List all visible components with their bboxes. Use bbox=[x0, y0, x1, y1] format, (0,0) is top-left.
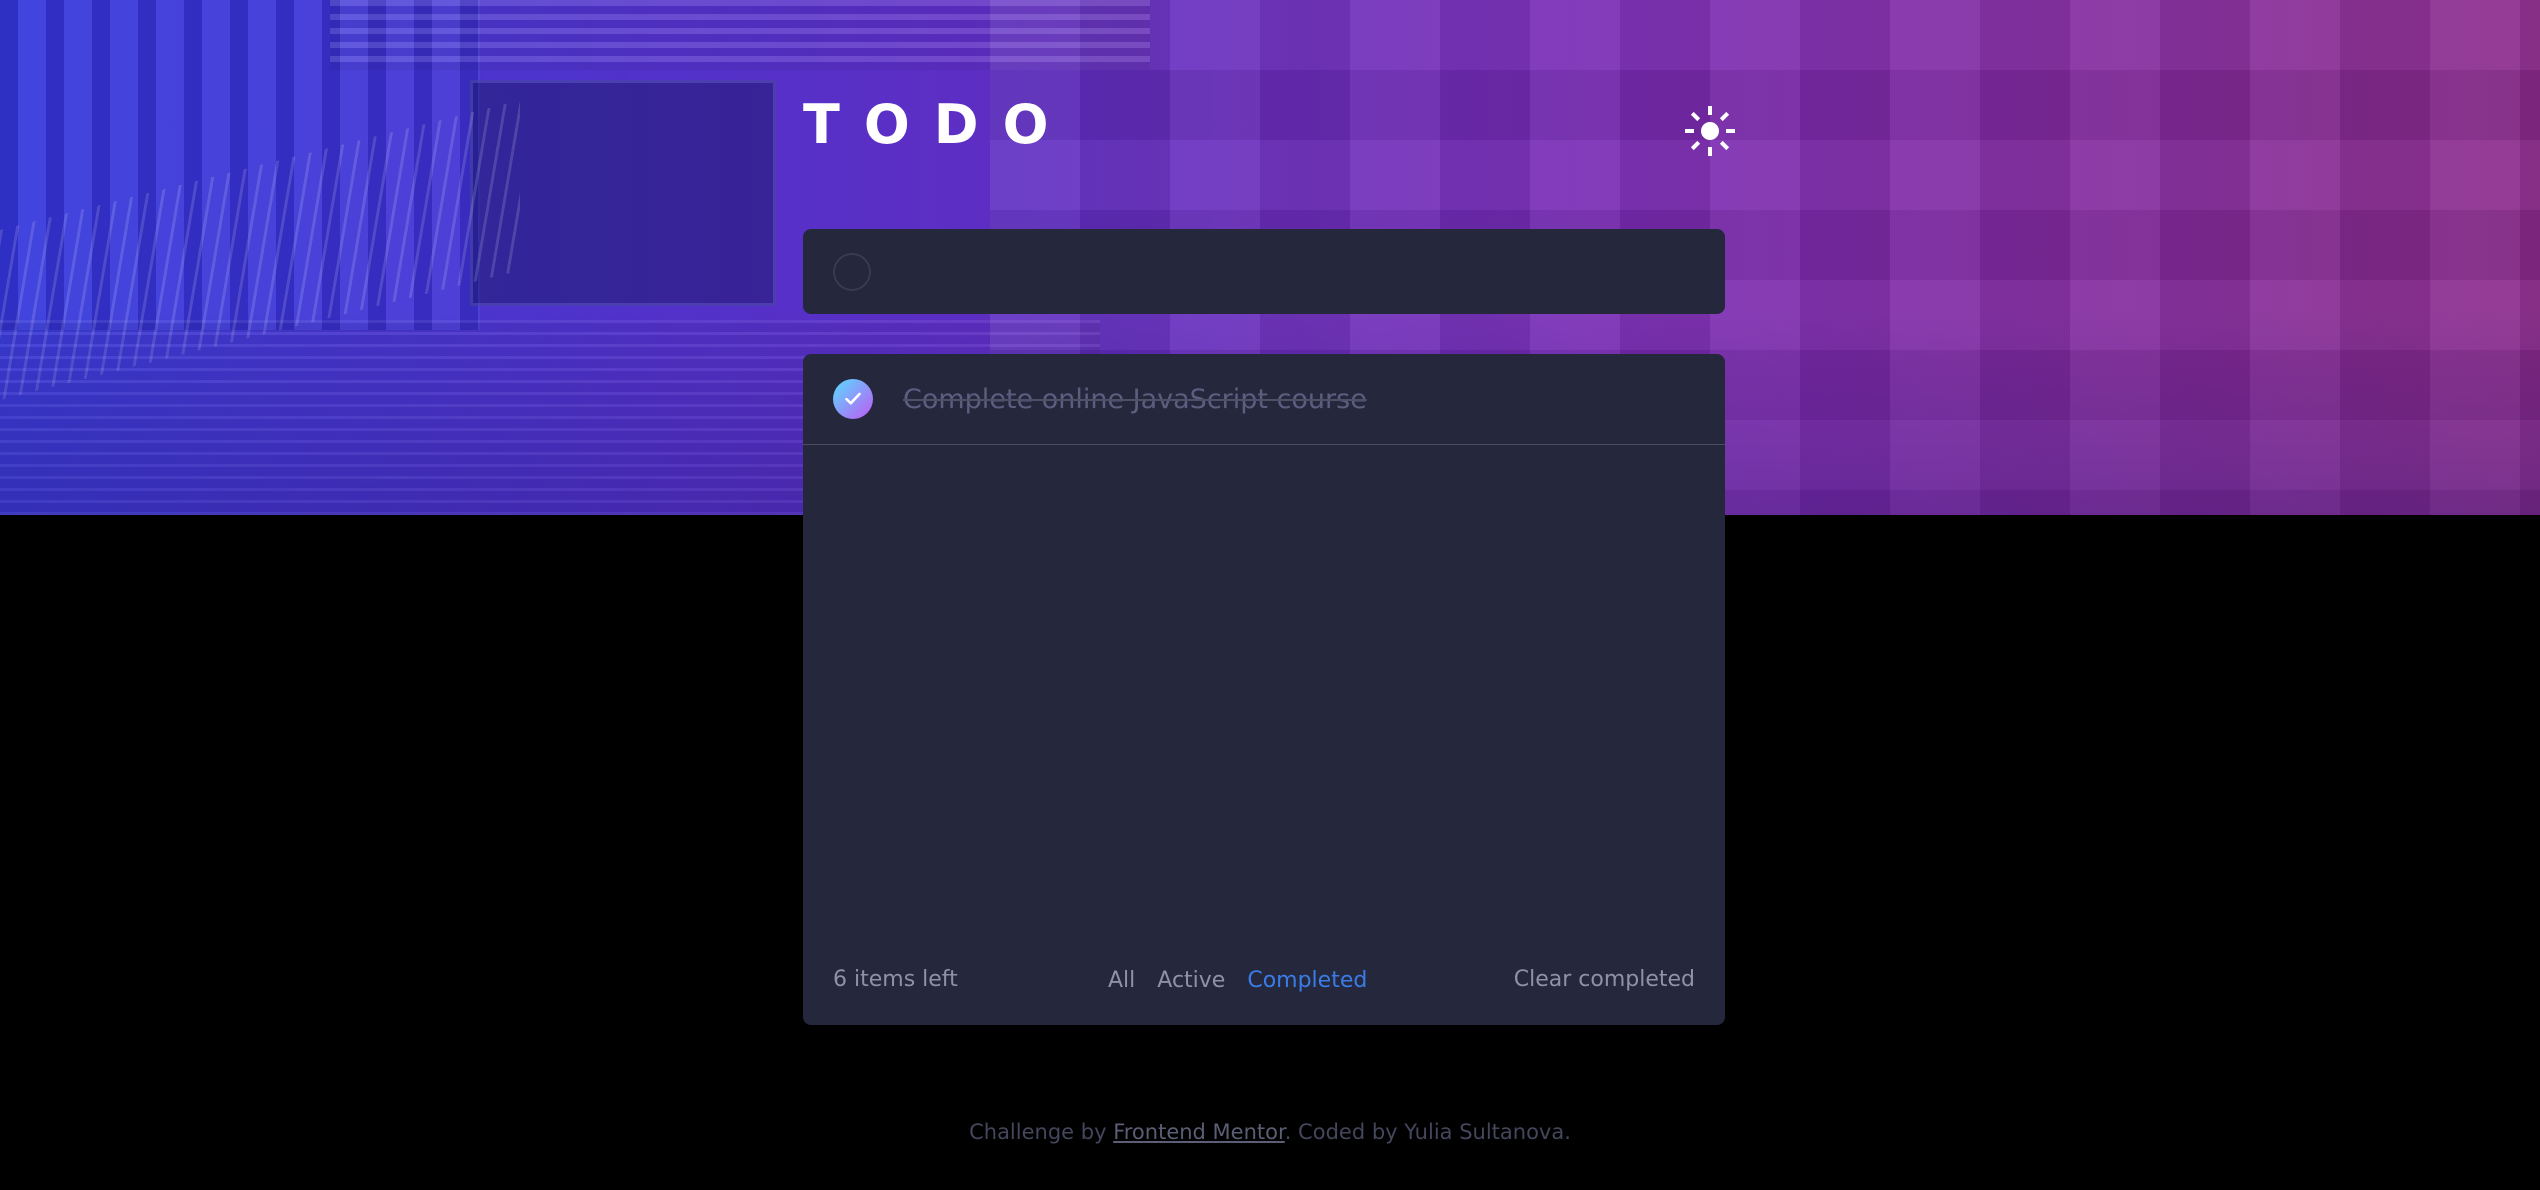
theme-toggle-button[interactable] bbox=[1683, 104, 1737, 158]
todo-item[interactable]: Complete online JavaScript course bbox=[803, 354, 1725, 445]
filter-completed[interactable]: Completed bbox=[1247, 968, 1367, 993]
frontend-mentor-link[interactable]: Frontend Mentor bbox=[1113, 1120, 1285, 1144]
attribution-suffix: . Coded by Yulia Sultanova. bbox=[1284, 1120, 1571, 1144]
sun-icon bbox=[1685, 106, 1735, 156]
new-todo-circle-icon[interactable] bbox=[833, 252, 871, 291]
check-icon bbox=[845, 392, 861, 405]
clear-completed-button[interactable]: Clear completed bbox=[1514, 935, 1695, 1025]
filter-active[interactable]: Active bbox=[1157, 968, 1225, 993]
new-todo-bar bbox=[803, 229, 1725, 314]
filter-all[interactable]: All bbox=[1108, 968, 1135, 993]
attribution-prefix: Challenge by bbox=[969, 1120, 1114, 1144]
attribution: Challenge by Frontend Mentor. Coded by Y… bbox=[0, 1120, 2540, 1144]
app-title: TODO bbox=[803, 93, 1073, 156]
items-left-count: 6 items left bbox=[833, 967, 958, 992]
todo-item-text: Complete online JavaScript course bbox=[903, 384, 1367, 415]
new-todo-input[interactable] bbox=[903, 229, 1693, 314]
todo-list-card: Complete online JavaScript course 6 item… bbox=[803, 354, 1725, 1025]
todo-footer: 6 items left All Active Completed Clear … bbox=[803, 935, 1725, 1025]
todo-checkbox-checked[interactable] bbox=[833, 379, 873, 419]
filter-group: All Active Completed bbox=[1108, 935, 1367, 1025]
